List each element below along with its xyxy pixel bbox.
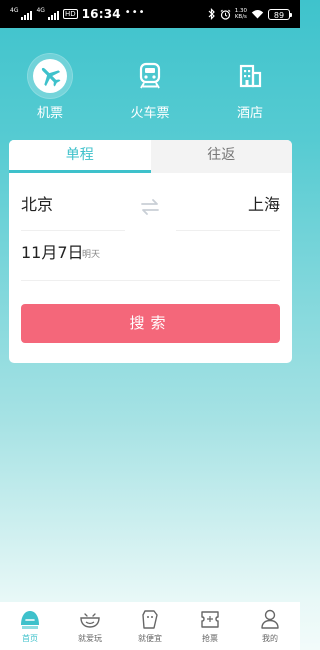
nav-item-home[interactable]: 首页 (0, 602, 60, 650)
clock-time: 16:34 (81, 7, 121, 21)
swap-cities-icon[interactable] (139, 196, 161, 218)
search-button[interactable]: 搜索 (21, 304, 280, 343)
network-type-label: 4G (10, 7, 19, 14)
status-right: 1.30 KB/s 89 (208, 0, 292, 28)
bottom-nav: 首页 就爱玩 就便宜 抢票 我的 (0, 602, 300, 650)
play-icon (80, 613, 100, 628)
category-hotels[interactable]: 酒店 (205, 54, 295, 122)
train-icon (128, 54, 172, 98)
departure-date[interactable]: 11月7日 (21, 243, 84, 263)
status-left: 4G 4G HD 16:34 ••• (10, 0, 146, 28)
nav-label: 我的 (262, 634, 278, 643)
divider (21, 230, 125, 231)
nav-label: 就便宜 (138, 634, 162, 643)
nav-label: 首页 (22, 634, 38, 643)
signal-bars-icon (21, 10, 33, 20)
departure-city[interactable]: 北京 (21, 195, 53, 215)
category-row: 机票 火车票 酒店 (0, 54, 300, 126)
tab-round-trip[interactable]: 往返 (151, 140, 293, 173)
profile-icon (261, 609, 279, 629)
booking-card: 单程 往返 北京 上海 11月7日 明天 搜索 (9, 140, 292, 363)
home-icon (21, 611, 39, 629)
ticket-grab-icon (201, 611, 219, 628)
category-label: 酒店 (236, 106, 263, 121)
nav-item-cheap[interactable]: 就便宜 (120, 602, 180, 650)
nav-item-grab-ticket[interactable]: 抢票 (180, 602, 240, 650)
arrival-city[interactable]: 上海 (248, 195, 280, 215)
network-speed-value: 1.30 KB/s (234, 8, 247, 20)
divider (21, 280, 280, 281)
category-trains[interactable]: 火车票 (105, 54, 195, 122)
hotel-icon (228, 54, 272, 98)
date-row: 11月7日 明天 (9, 233, 292, 285)
category-flights[interactable]: 机票 (5, 54, 95, 122)
airplane-icon (28, 54, 72, 98)
alarm-clock-icon (220, 9, 231, 20)
date-relative-label: 明天 (82, 250, 101, 260)
hd-badge: HD (62, 9, 78, 19)
cellular-signal-1: 4G (10, 7, 33, 20)
category-label: 火车票 (130, 106, 170, 121)
nav-label: 就爱玩 (78, 634, 102, 643)
divider (176, 230, 280, 231)
route-row: 北京 上海 (9, 173, 292, 233)
battery-indicator: 89 (268, 8, 292, 20)
cellular-signal-2: 4G (36, 7, 59, 20)
bluetooth-icon (208, 8, 215, 20)
more-notifications-icon: ••• (124, 6, 146, 18)
nav-item-play[interactable]: 就爱玩 (60, 602, 120, 650)
category-label: 机票 (36, 106, 63, 121)
network-type-label: 4G (36, 7, 45, 14)
signal-bars-icon (47, 10, 59, 20)
status-bar: 4G 4G HD 16:34 ••• 1.30 KB/s 89 (0, 0, 300, 28)
nav-label: 抢票 (202, 634, 218, 643)
network-speed: 1.30 KB/s (235, 8, 247, 20)
trip-type-tabs: 单程 往返 (9, 140, 292, 173)
wifi-icon (251, 10, 264, 19)
tab-one-way[interactable]: 单程 (9, 140, 151, 173)
cheap-tag-icon (142, 610, 158, 629)
nav-item-profile[interactable]: 我的 (240, 602, 300, 650)
